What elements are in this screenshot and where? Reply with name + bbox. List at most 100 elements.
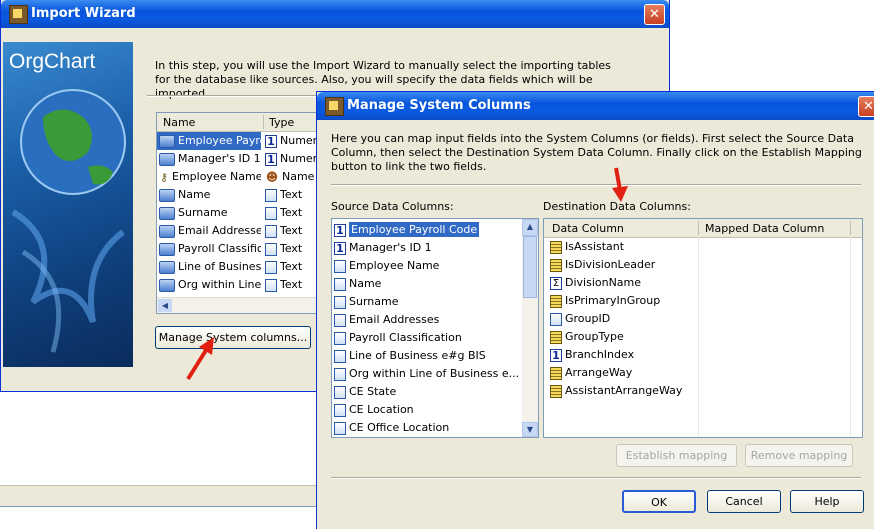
table-row[interactable]: Employee Payro 1 Numer	[157, 132, 327, 150]
text-document-icon	[265, 188, 277, 202]
source-rows: 1 Employee Payroll Code 1 Manager's ID 1 Emp…	[332, 221, 520, 437]
boolean-field-icon	[550, 384, 562, 398]
field-name: Name	[178, 188, 211, 201]
scroll-thumb[interactable]	[523, 236, 537, 298]
number-type-icon: 1	[334, 241, 346, 255]
source-list-item[interactable]: Employee Name	[332, 257, 518, 275]
fields-list[interactable]: Name Type Employee Payro 1 Numer Manager's …	[156, 112, 328, 314]
source-list-item[interactable]: 1 Manager's ID 1	[332, 239, 518, 257]
app-icon	[9, 5, 28, 24]
manage-dialog-title: Manage System Columns	[347, 98, 531, 113]
field-name: Org within Line (	[178, 278, 261, 291]
destination-list-item[interactable]: IsDivisionLeader	[548, 256, 850, 274]
destination-list-item[interactable]: IsAssistant	[548, 238, 850, 256]
destination-list-item[interactable]: Σ DivisionName	[548, 274, 850, 292]
establish-mapping-button[interactable]: Establish mapping	[616, 444, 737, 467]
source-item-label: Line of Business e#g BIS	[349, 349, 486, 362]
source-item-label: Employee Name	[349, 259, 440, 272]
field-name: Surname	[178, 206, 228, 219]
header-divider	[850, 221, 851, 235]
text-document-icon	[334, 313, 346, 327]
text-document-icon	[265, 224, 277, 238]
boolean-field-icon	[550, 330, 562, 344]
text-document-icon	[334, 367, 346, 381]
source-vertical-scrollbar[interactable]: ▲ ▼	[522, 219, 538, 437]
source-list-item[interactable]: Payroll Classification	[332, 329, 518, 347]
destination-item-label: GroupType	[565, 330, 624, 343]
boolean-field-icon	[550, 294, 562, 308]
source-list-item[interactable]: CE Office Location	[332, 419, 518, 437]
text-document-icon	[334, 421, 346, 435]
table-row[interactable]: Org within Line (Text	[157, 276, 327, 294]
table-row[interactable]: Email Addresses Text	[157, 222, 327, 240]
header-divider	[698, 221, 699, 235]
source-item-label: Employee Payroll Code	[349, 222, 480, 237]
source-list-item[interactable]: Name	[332, 275, 518, 293]
destination-list-item[interactable]: GroupType	[548, 328, 850, 346]
field-name: Payroll Classifica	[178, 242, 261, 255]
source-item-label: CE State	[349, 385, 397, 398]
table-row[interactable]: Name Text	[157, 186, 327, 204]
source-list-item[interactable]: 1 Employee Payroll Code	[332, 221, 518, 239]
app-icon	[325, 97, 344, 116]
field-name-cell: Org within Line (	[157, 276, 261, 294]
field-name: Employee Name	[172, 170, 261, 183]
column-header-data-column[interactable]: Data Column	[552, 222, 624, 235]
source-item-label: CE Location	[349, 403, 414, 416]
manage-system-columns-button[interactable]: Manage System columns...	[155, 326, 311, 349]
close-icon[interactable]: ✕	[644, 4, 665, 25]
import-wizard-title: Import Wizard	[31, 6, 136, 21]
field-name: Employee Payro	[178, 134, 261, 147]
destination-item-label: ArrangeWay	[565, 366, 633, 379]
destination-data-columns-grid[interactable]: Data Column Mapped Data Column IsAssista…	[543, 218, 863, 438]
source-list-item[interactable]: Org within Line of Business e...	[332, 365, 520, 383]
table-row[interactable]: Surname Text	[157, 204, 327, 222]
ok-button[interactable]: OK	[622, 490, 696, 513]
text-document-icon	[334, 331, 346, 345]
table-row[interactable]: Manager's ID 1 1 Numer	[157, 150, 327, 168]
column-header-type[interactable]: Type	[269, 116, 294, 129]
annotation-arrow-down	[612, 167, 628, 202]
scroll-down-icon[interactable]: ▼	[522, 422, 538, 437]
source-list-item[interactable]: Surname	[332, 293, 518, 311]
column-header-name[interactable]: Name	[163, 116, 195, 129]
source-list-item[interactable]: Email Addresses	[332, 311, 518, 329]
table-row[interactable]: ⚷ Employee Name ☻ Name	[157, 168, 327, 186]
destination-list-item[interactable]: 1 BranchIndex	[548, 346, 850, 364]
number-type-icon: 1	[334, 223, 346, 237]
column-header-mapped-data-column[interactable]: Mapped Data Column	[705, 222, 824, 235]
grid-column-line	[850, 237, 851, 437]
source-list-item[interactable]: Line of Business e#g BIS	[332, 347, 518, 365]
table-row[interactable]: Payroll Classifica Text	[157, 240, 327, 258]
scroll-up-icon[interactable]: ▲	[522, 219, 538, 236]
orgchart-banner: OrgChart	[3, 42, 133, 367]
destination-item-label: IsAssistant	[565, 240, 625, 253]
text-document-icon	[334, 385, 346, 399]
table-row[interactable]: Line of Business Text	[157, 258, 327, 276]
close-icon[interactable]: ✕	[858, 96, 874, 117]
source-list-item[interactable]: CE Location	[332, 401, 518, 419]
destination-list-item[interactable]: ArrangeWay	[548, 364, 850, 382]
source-item-label: Surname	[349, 295, 399, 308]
text-document-icon	[334, 403, 346, 417]
remove-mapping-button[interactable]: Remove mapping	[745, 444, 853, 467]
boolean-field-icon	[550, 366, 562, 380]
help-button[interactable]: Help	[790, 490, 864, 513]
source-item-label: Org within Line of Business e...	[349, 367, 520, 380]
field-type: Text	[280, 260, 303, 273]
source-item-label: Payroll Classification	[349, 331, 462, 344]
cancel-button[interactable]: Cancel	[707, 490, 781, 513]
field-type: Name	[282, 170, 315, 183]
horizontal-scrollbar[interactable]: ◀	[157, 297, 327, 313]
destination-list-item[interactable]: AssistantArrangeWay	[548, 382, 850, 400]
scroll-left-icon[interactable]: ◀	[158, 299, 172, 312]
source-list-item[interactable]: CE State	[332, 383, 518, 401]
text-document-icon	[265, 260, 277, 274]
source-data-columns-list[interactable]: 1 Employee Payroll Code 1 Manager's ID 1 Emp…	[331, 218, 539, 438]
field-arrow-icon	[159, 242, 175, 256]
destination-grid-header: Data Column Mapped Data Column	[544, 219, 862, 238]
source-item-label: Email Addresses	[349, 313, 440, 326]
destination-list-item[interactable]: IsPrimaryInGroup	[548, 292, 850, 310]
destination-list-item[interactable]: GroupID	[548, 310, 850, 328]
sigma-icon: Σ	[550, 276, 562, 290]
